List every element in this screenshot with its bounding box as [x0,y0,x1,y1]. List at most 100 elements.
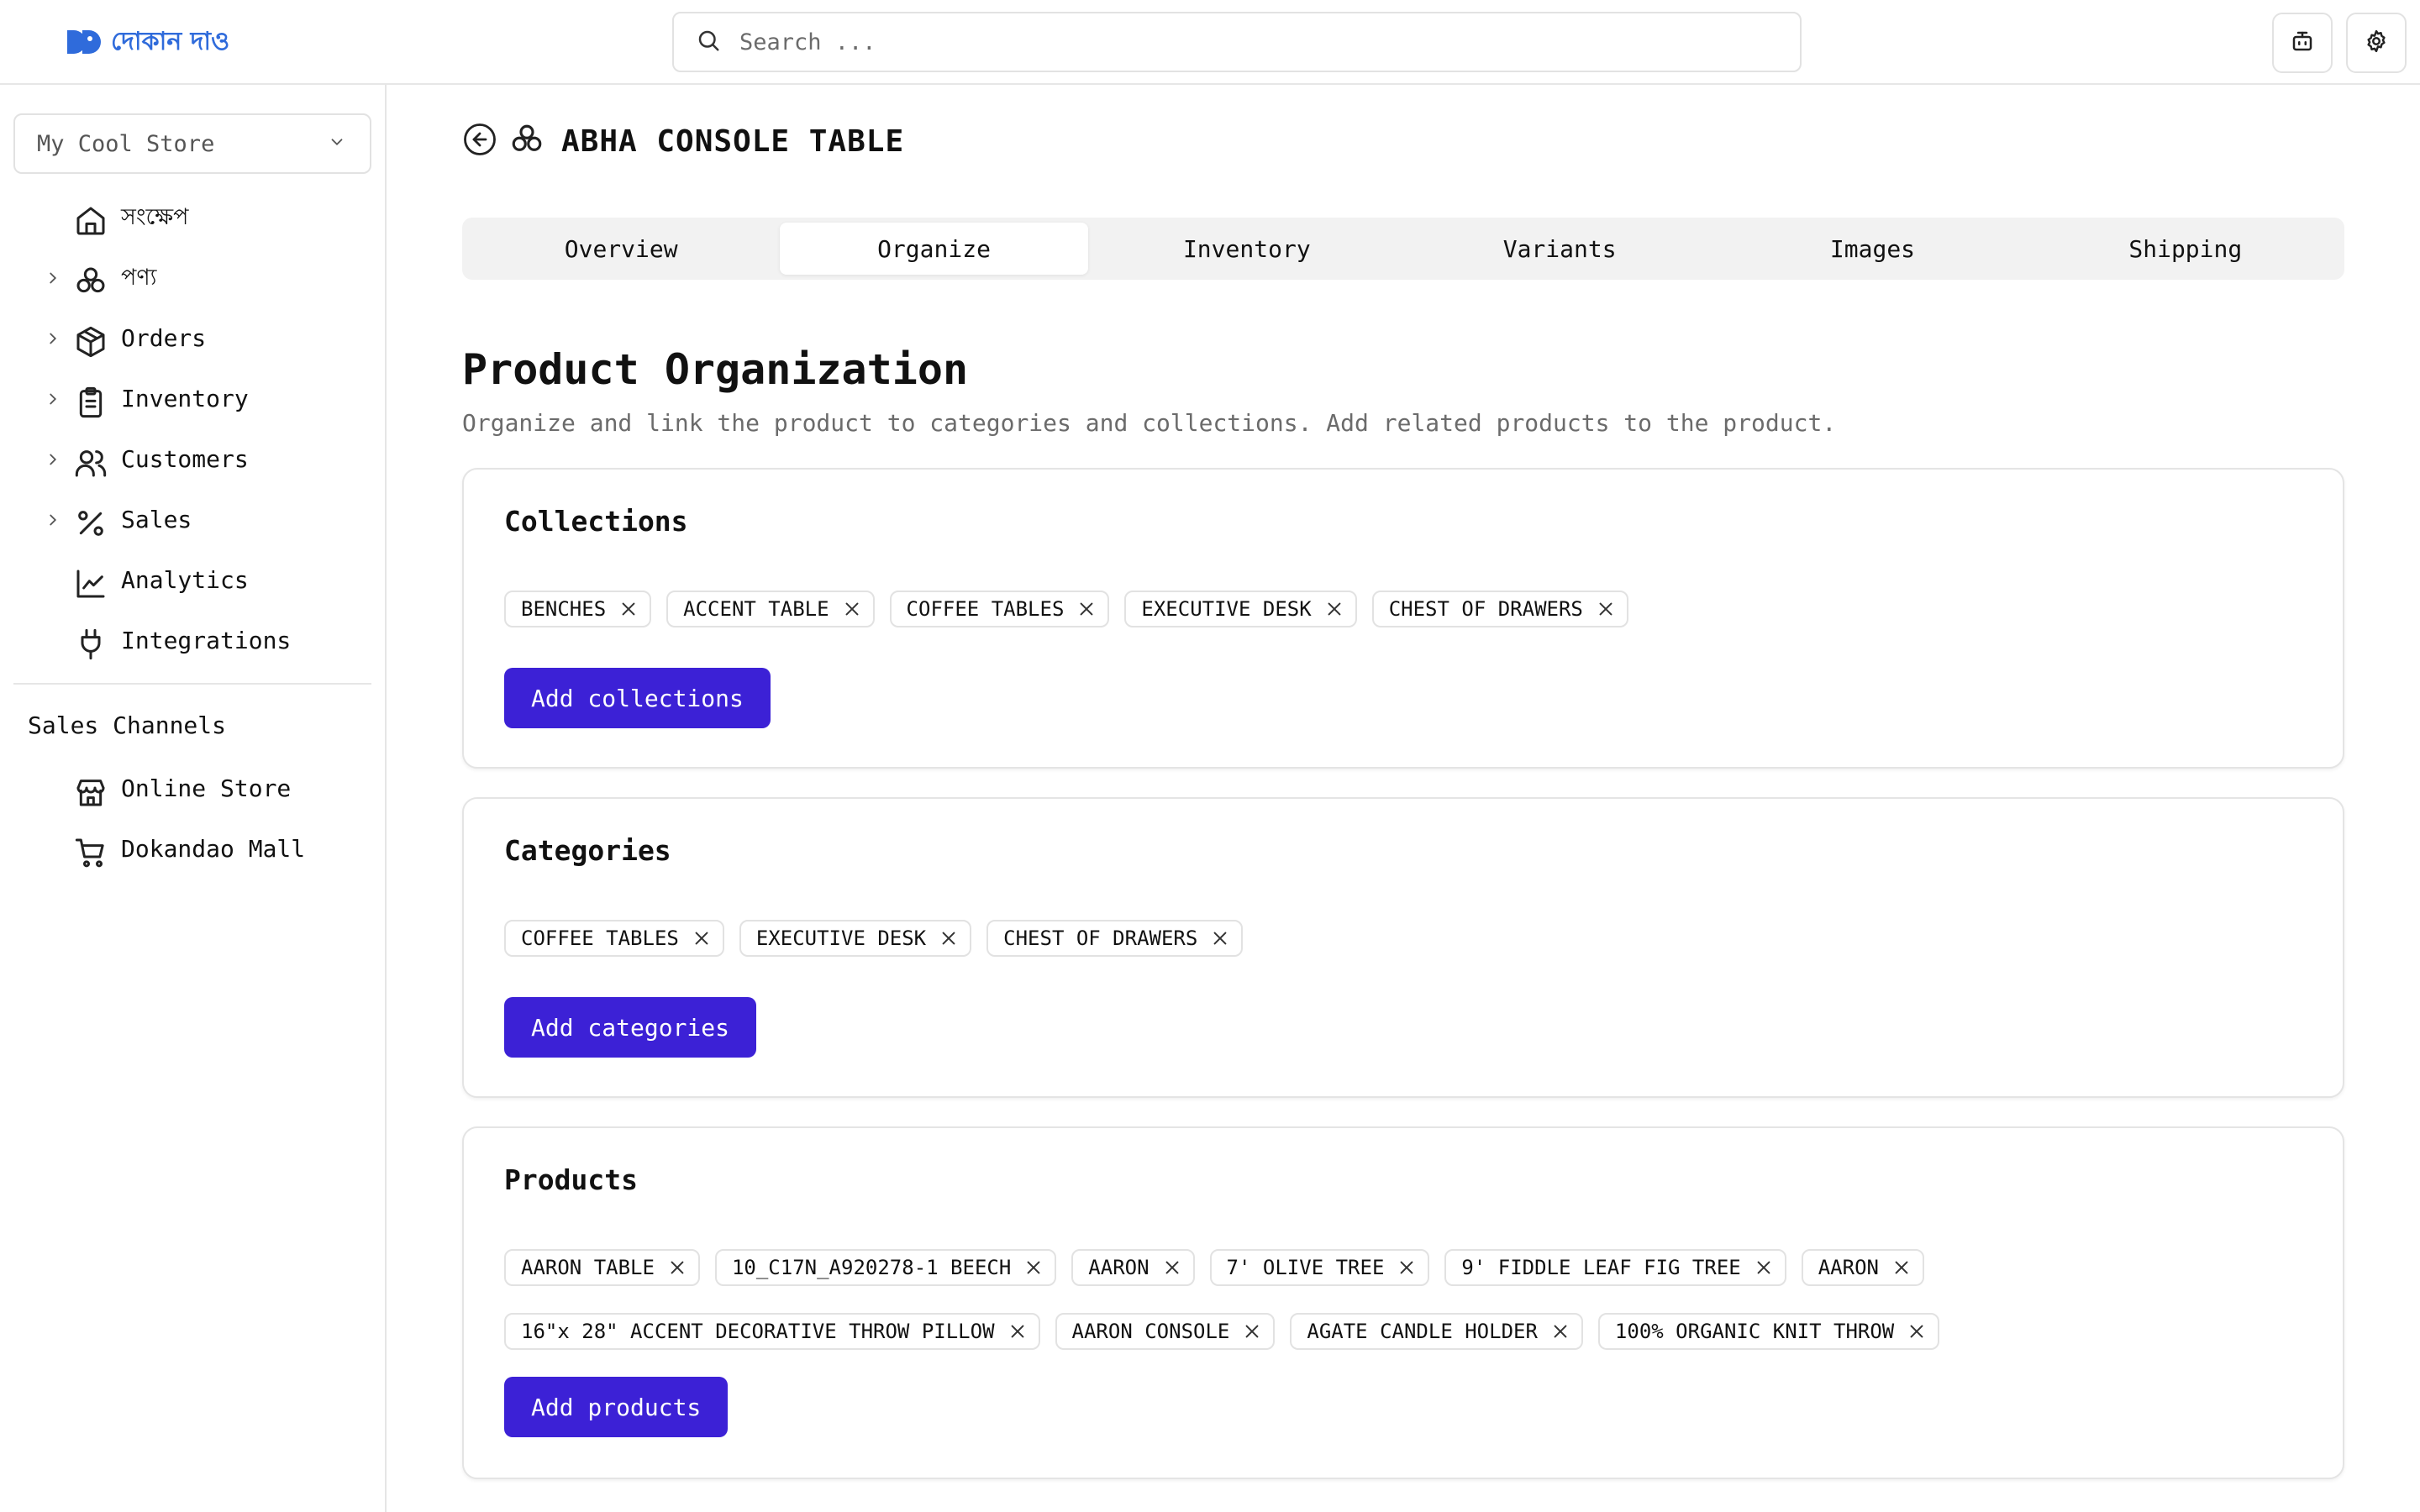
product-chip: 9' FIDDLE LEAF FIG TREE [1444,1249,1786,1286]
gear-icon [2364,29,2389,57]
sidebar-nav: সংক্ষেপ পণ্য Orders Inventory Customers … [0,187,385,671]
top-header: দোকান দাও [0,0,2420,85]
close-icon[interactable] [668,1258,687,1277]
logo[interactable]: দোকান দাও [66,25,229,59]
close-icon[interactable] [1077,600,1096,618]
category-chip: EXECUTIVE DESK [739,920,972,957]
chip-label: COFFEE TABLES [906,597,1065,621]
products-chip-list: AARON TABLE 10_C17N_A920278-1 BEECH AARO… [504,1249,2302,1350]
close-icon[interactable] [1163,1258,1181,1277]
sidebar-item-label: Customers [121,445,249,473]
tab-variants[interactable]: Variants [1406,223,1713,275]
line-chart-icon [74,567,108,601]
tab-overview[interactable]: Overview [467,223,775,275]
close-icon[interactable] [1024,1258,1043,1277]
close-icon[interactable] [1243,1322,1261,1341]
chevron-right-icon[interactable] [44,450,62,472]
close-icon[interactable] [1211,929,1229,948]
close-icon[interactable] [692,929,711,948]
search-box[interactable] [672,12,1802,72]
categories-card: Categories COFFEE TABLES EXECUTIVE DESK … [462,797,2344,1098]
sidebar-item-products[interactable]: পণ্য [0,248,385,308]
collection-chip: CHEST OF DRAWERS [1371,591,1628,627]
chip-label: AARON [1818,1256,1879,1279]
sidebar-item-orders[interactable]: Orders [0,308,385,369]
chevron-right-icon[interactable] [44,390,62,412]
chip-label: EXECUTIVE DESK [755,927,927,950]
store-selector-value: My Cool Store [37,130,215,157]
sales-channels-list: Online Store Dokandao Mall [0,759,385,879]
chevron-right-icon[interactable] [44,511,62,533]
sidebar-item-inventory[interactable]: Inventory [0,369,385,429]
close-icon[interactable] [1754,1258,1773,1277]
categories-chip-list: COFFEE TABLES EXECUTIVE DESK CHEST OF DR… [504,920,2302,957]
sales-channels-heading: Sales Channels [28,711,227,739]
chip-label: CHEST OF DRAWERS [1388,597,1583,621]
sidebar-item-customers[interactable]: Customers [0,429,385,490]
sidebar-item-online-store[interactable]: Online Store [0,759,385,819]
section-title: Product Organization [462,345,969,394]
sidebar: My Cool Store সংক্ষেপ পণ্য Orders Invent… [0,85,387,1512]
close-icon[interactable] [939,929,958,948]
product-chip: 10_C17N_A920278-1 BEECH [714,1249,1057,1286]
chip-label: AARON CONSOLE [1071,1320,1230,1343]
tab-inventory[interactable]: Inventory [1093,223,1401,275]
close-icon[interactable] [619,600,638,618]
close-icon[interactable] [1892,1258,1911,1277]
app-root: দোকান দাও Search ... My Cool Store সংক্ষ… [0,0,2420,1512]
chip-label: COFFEE TABLES [521,927,679,950]
sidebar-item-label: Inventory [121,385,249,412]
back-arrow-icon[interactable] [462,122,497,160]
product-chip: 7' OLIVE TREE [1209,1249,1430,1286]
sidebar-item-sales[interactable]: Sales [0,490,385,550]
plug-icon [74,627,108,661]
clipboard-icon [74,386,108,419]
close-icon[interactable] [1325,600,1344,618]
home-icon [74,204,108,238]
add-collections-button[interactable]: Add collections [504,668,771,728]
products-card: Products AARON TABLE 10_C17N_A920278-1 B… [462,1126,2344,1479]
close-icon[interactable] [1397,1258,1416,1277]
collection-chip: BENCHES [504,591,652,627]
chip-label: 9' FIDDLE LEAF FIG TREE [1461,1256,1741,1279]
assistant-button[interactable] [2272,13,2333,73]
close-icon[interactable] [1597,600,1615,618]
chevron-right-icon[interactable] [44,329,62,351]
tab-shipping[interactable]: Shipping [2032,223,2339,275]
chevron-right-icon[interactable] [44,269,62,291]
collection-chip: COFFEE TABLES [889,591,1110,627]
close-icon[interactable] [843,600,861,618]
category-chip: COFFEE TABLES [504,920,724,957]
chip-label: 16"x 28" ACCENT DECORATIVE THROW PILLOW [521,1320,995,1343]
sidebar-item-label: পণ্য [121,265,157,291]
section-description: Organize and link the product to categor… [462,409,1837,437]
close-icon[interactable] [1008,1322,1027,1341]
settings-button[interactable] [2346,13,2407,73]
sidebar-item-dokandao-mall[interactable]: Dokandao Mall [0,819,385,879]
product-chip: 16"x 28" ACCENT DECORATIVE THROW PILLOW [504,1313,1040,1350]
close-icon[interactable] [1907,1322,1926,1341]
sidebar-item-label: Integrations [121,627,292,654]
close-icon[interactable] [1551,1322,1570,1341]
main-content: ABHA CONSOLE TABLE Overview Organize Inv… [387,85,2420,1512]
sidebar-divider [13,683,371,685]
sidebar-item-integrations[interactable]: Integrations [0,611,385,671]
add-products-button[interactable]: Add products [504,1377,729,1437]
tab-images[interactable]: Images [1718,223,2026,275]
add-categories-button[interactable]: Add categories [504,997,757,1058]
collection-chip: EXECUTIVE DESK [1124,591,1357,627]
sidebar-item-label: Sales [121,506,192,533]
boxes-icon [509,122,544,160]
sidebar-item-label: Dokandao Mall [121,835,306,863]
product-header: ABHA CONSOLE TABLE [462,120,904,162]
chip-label: AARON [1088,1256,1150,1279]
sidebar-item-summary[interactable]: সংক্ষেপ [0,187,385,248]
tab-organize[interactable]: Organize [780,223,1088,275]
store-icon [74,775,108,809]
store-selector[interactable]: My Cool Store [13,113,371,174]
chip-label: ACCENT TABLE [683,597,829,621]
search-input[interactable] [739,29,1748,55]
sidebar-item-label: Online Store [121,774,292,802]
boxes-icon [74,265,108,298]
sidebar-item-analytics[interactable]: Analytics [0,550,385,611]
